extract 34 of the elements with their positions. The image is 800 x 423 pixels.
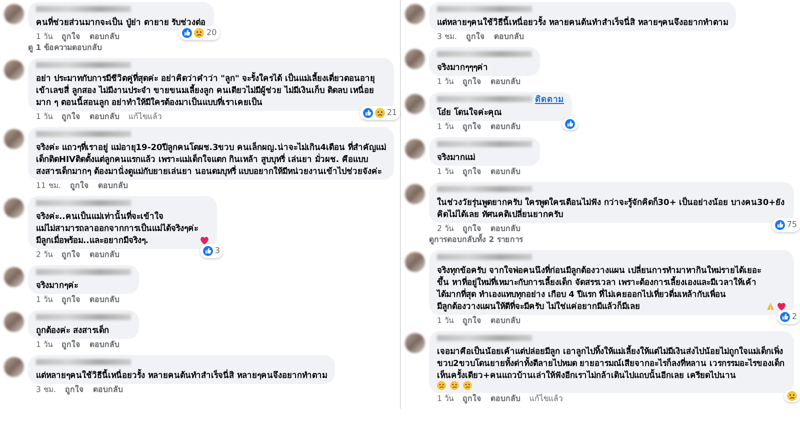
avatar — [405, 139, 425, 159]
avatar — [405, 49, 425, 69]
comment-text: แต่หลายๆคนใช้วิธีนี้เหนื่อยวรั้ง หลายคนต้นทำสำเร็จนี่สิ หลายๆคนจึงอยากทำตาม — [36, 369, 327, 381]
reaction-count: 20 — [206, 27, 217, 39]
avatar — [405, 333, 425, 353]
comment-text: จริงค่ะ..คนเป็นแม่เท่านั้นที่จะเข้าใจ แม่ไม่สามารถลาออกจากการเป็นแม่ได้จริงๆค่ะ มีลูกเมื่อพร้อม..และอยากมีจริงๆ. — [36, 210, 198, 246]
comment-text: จริงค่ะ แถวๆที่เราอยู่ แม่อายุ19-20ปีลูกคนโตผช.3ขวบ คนเล็กผญ.น่าจะไม่เกิน4เดือน ที่สำคัญแม่เด็กติดHIVติดตั้งแต่ลูกคนแรกแล้ว เพราะแม่เด็กใจแตก กินเหล้า สูบบุหรี่ เล่นยา มั่วผช. คือแบบสงสารเด็กมากๆ ต้องมานั่งดูแม่กับยายเล่นยา นอนดมบุหรี่ แบบอยากให้มีหน่วยงานเข้าไปช่วยจังค่ะ — [36, 141, 386, 177]
comment-text: คนที่ช่วยส่วนมากจะเป็น ปู่ย่า ตายาย รับช่วงต่อ — [36, 16, 206, 28]
reaction-count: 75 — [786, 219, 797, 231]
avatar — [4, 198, 24, 218]
comment-text: จริงมากๆๆๆค่า — [437, 61, 488, 73]
comment-text: จริงทุกข้อครับ จากใจพ่อคนนึงที่ก่อนมีลูกต้องวางแผน เปลี่ยนการทำมาหากินใหม่รายได้เยอะขึ้น หาที่อยู่ใหม่ที่เหมาะกับการเลี้ยงเด็ก จัดสรรเวลา เพราะต้องการเลี้ยงเองและมีเวลาให้เค้าได้มากที่สุด ทำเองแทบทุกอย่าง เกือบ 4 ปีแรก ที่ไม่เคยออกไปเที่ยวดื่มเหล้ากับเพื่อน มีลูกต้องวางแผนให้ดีที่จะมีครับ ไม่ใช่แค่อยากมีแล้วก็มีเลย — [437, 264, 762, 312]
comment-text: ถูกต้องค่ะ สงสารเด็ก — [36, 324, 109, 336]
avatar — [405, 252, 425, 272]
avatar — [405, 94, 425, 114]
avatar — [4, 357, 24, 377]
comment-text: จริงมากแม่ — [437, 151, 475, 163]
reaction-count: 3 — [214, 245, 220, 257]
comment-text: ในช่วงวัยรุ่นพูดยากครับ ใครพูดใครเตือนไม่ฟัง กว่าจะรู้จักคิดก็30+ เป็นอย่างน้อย บางคน30+ยังคิดไม่ได้เลย ทัศนคติเปลี่ยนยากครับ — [437, 196, 786, 220]
avatar — [405, 4, 425, 24]
avatar — [4, 312, 24, 332]
avatar — [4, 267, 24, 287]
comment-text: จริงมากๆค่ะ — [36, 279, 78, 291]
comment-text: เจอมาคือเป็นน้อยเค้าแต่ปล่อยมีลูก เอาลูกไปทิ้งให้แม่เลี้ยงให้แต่ไม่มีเงินส่งไปน้อยไม่ถูกใจแม่เด็กเพิ่งขวบ2ขวบโดนยายทั้งด่าทั้งตีลายไปหมด ยายอารมณ์เสียจากอะไรก็ลงที่หลาน เวรกรรมอะไรของเด็ก เห็นครั้งเดียว+คนแถวบ้านเล่าให้ฟังอีกเราไม่กล้าเดินไปแถบนั้นอีกเลย เครียดไปนาน — [437, 345, 786, 381]
avatar — [405, 184, 425, 204]
comment-text: อย่า ประมาทกับการมีชีวิตคู่ที่สุดค่ะ อย่าคิดว่าคำว่า "ลูก" จะรั้งใครได้ เป็นแม่เลี้ยงเดี่ยวตอนอายุเข้าเลขสี่ ลูกสอง ไม่มีงานประจำ ขายขนมเลี้ยงลูก คนเดียวไม่มีผู้ช่วย ไม่มีเงินเก็บ ติดลบ เหนื่อยมาก ๆ ตอนนี้สอนลูก อย่าทำให้มีใครต้องมาเป็นแบบที่เราเคยเป็น — [36, 72, 376, 108]
avatar — [4, 60, 24, 80]
reaction-count: 21 — [386, 107, 397, 119]
reaction-count: 2 — [792, 311, 797, 323]
follow-link[interactable]: ติดตาม — [535, 95, 564, 105]
avatar — [4, 4, 24, 24]
comment-text: โอ๋ย โดนใจค่ะคุณ — [437, 106, 502, 118]
avatar — [4, 129, 24, 149]
comment-text: แต่หลายๆคนใช้วิธีนี้เหนื่อยวรั้ง หลายคนต้นทำสำเร็จนี่สิ หลายๆคนจึงอยากทำตาม — [437, 16, 728, 28]
